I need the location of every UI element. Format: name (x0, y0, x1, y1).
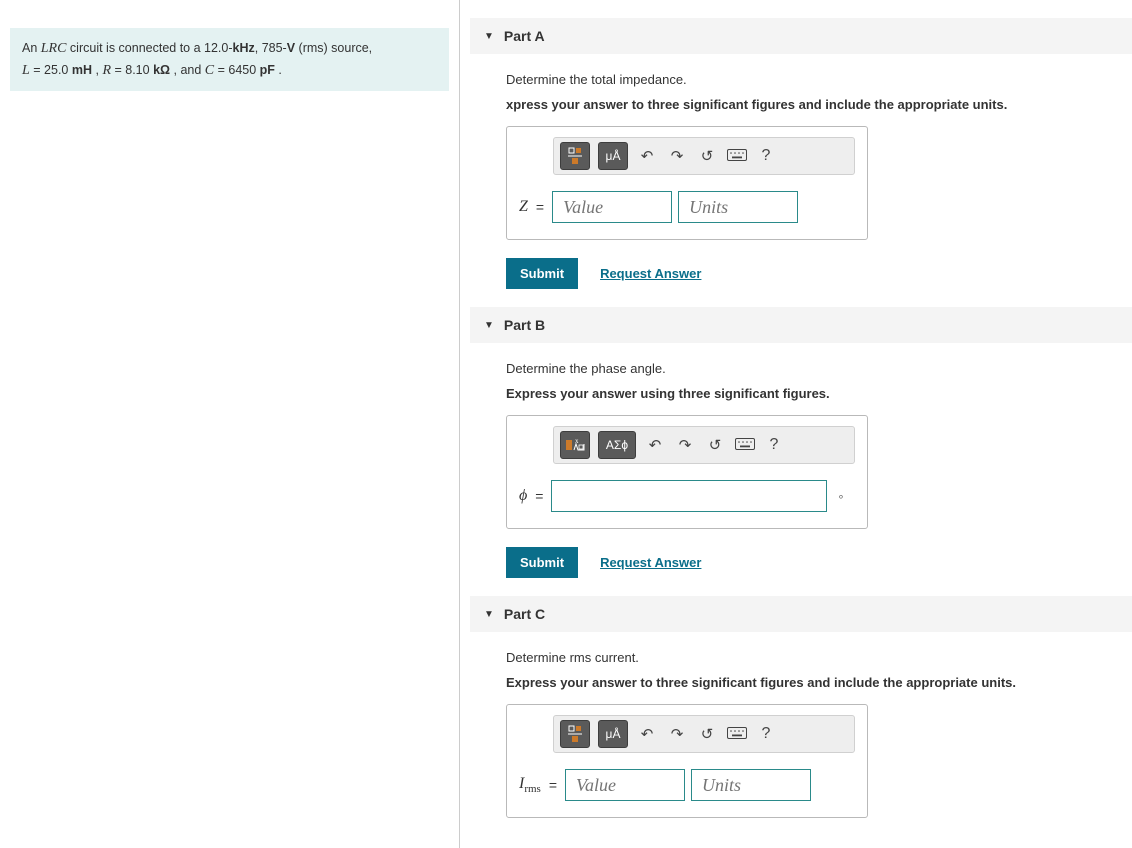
part-c-symbol: Irms (519, 775, 541, 795)
submit-button[interactable]: Submit (506, 547, 578, 578)
request-answer-link[interactable]: Request Answer (600, 555, 701, 570)
part-b: ▼ Part B Determine the phase angle. Expr… (460, 307, 1132, 578)
part-a-units-input[interactable] (678, 191, 798, 223)
part-a-instructions: xpress your answer to three significant … (506, 97, 1132, 112)
part-a: ▼ Part A Determine the total impedance. … (460, 18, 1132, 289)
redo-icon[interactable]: ↷ (666, 725, 688, 743)
part-a-value-input[interactable] (552, 191, 672, 223)
var-c: C (205, 63, 214, 78)
caret-down-icon: ▼ (484, 609, 494, 620)
request-answer-link[interactable]: Request Answer (600, 266, 701, 281)
part-a-symbol: Z (519, 198, 528, 216)
help-icon[interactable]: ? (764, 436, 784, 454)
part-c-header[interactable]: ▼ Part C (470, 596, 1132, 632)
units-button[interactable]: μÅ (598, 142, 628, 170)
equals: = (549, 777, 557, 793)
fraction-template-button[interactable] (560, 720, 590, 748)
part-c-answer-box: μÅ ↶ ↷ ↺ ? Irms = (506, 704, 868, 818)
template-button[interactable]: x (560, 431, 590, 459)
problem-statement-panel: An LRC circuit is connected to a 12.0-kH… (0, 0, 460, 848)
text: = 8.10 (111, 63, 153, 77)
unit-kohm: kΩ (153, 63, 170, 77)
part-b-prompt: Determine the phase angle. (506, 361, 1132, 376)
parts-panel: ▼ Part A Determine the total impedance. … (460, 0, 1132, 848)
part-b-title: Part B (504, 317, 545, 333)
fraction-template-button[interactable] (560, 142, 590, 170)
caret-down-icon: ▼ (484, 31, 494, 42)
text: circuit is connected to a 12.0- (66, 41, 232, 55)
var-l: L (22, 63, 30, 78)
degree-suffix: ∘ (837, 490, 844, 503)
part-b-answer-box: x ΑΣϕ ↶ ↷ ↺ ? ϕ = (506, 415, 868, 529)
undo-icon[interactable]: ↶ (636, 147, 658, 165)
equals: = (536, 199, 544, 215)
part-b-header[interactable]: ▼ Part B (470, 307, 1132, 343)
unit-pf: pF (260, 63, 275, 77)
greek-button[interactable]: ΑΣϕ (598, 431, 636, 459)
reset-icon[interactable]: ↺ (696, 147, 718, 165)
unit-mh: mH (72, 63, 92, 77)
part-c-input-row: Irms = (519, 769, 855, 801)
part-c-instructions: Express your answer to three significant… (506, 675, 1132, 690)
text: An (22, 41, 41, 55)
unit-khz: kHz (233, 41, 255, 55)
part-b-value-input[interactable] (551, 480, 827, 512)
undo-icon[interactable]: ↶ (636, 725, 658, 743)
reset-icon[interactable]: ↺ (696, 725, 718, 743)
var-lrc: LRC (41, 41, 67, 56)
equals: = (535, 488, 543, 504)
text: , (92, 63, 102, 77)
part-a-answer-box: μÅ ↶ ↷ ↺ ? Z = (506, 126, 868, 240)
part-c-toolbar: μÅ ↶ ↷ ↺ ? (553, 715, 855, 753)
help-icon[interactable]: ? (756, 725, 776, 743)
keyboard-icon[interactable] (726, 149, 748, 164)
part-c-units-input[interactable] (691, 769, 811, 801)
text: = 25.0 (30, 63, 72, 77)
help-icon[interactable]: ? (756, 147, 776, 165)
caret-down-icon: ▼ (484, 320, 494, 331)
var-r: R (102, 63, 111, 78)
problem-statement: An LRC circuit is connected to a 12.0-kH… (10, 28, 449, 91)
keyboard-icon[interactable] (734, 438, 756, 453)
part-b-symbol: ϕ (519, 487, 527, 505)
part-b-input-row: ϕ = ∘ (519, 480, 855, 512)
part-a-title: Part A (504, 28, 545, 44)
units-button[interactable]: μÅ (598, 720, 628, 748)
text: , 785- (255, 41, 287, 55)
reset-icon[interactable]: ↺ (704, 436, 726, 454)
text: = 6450 (214, 63, 260, 77)
part-c-prompt: Determine rms current. (506, 650, 1132, 665)
unit-v: V (287, 41, 295, 55)
part-a-toolbar: μÅ ↶ ↷ ↺ ? (553, 137, 855, 175)
text: . (275, 63, 282, 77)
keyboard-icon[interactable] (726, 727, 748, 742)
part-a-prompt: Determine the total impedance. (506, 72, 1132, 87)
undo-icon[interactable]: ↶ (644, 436, 666, 454)
redo-icon[interactable]: ↷ (674, 436, 696, 454)
part-c-title: Part C (504, 606, 545, 622)
part-b-toolbar: x ΑΣϕ ↶ ↷ ↺ ? (553, 426, 855, 464)
part-a-input-row: Z = (519, 191, 855, 223)
text: , and (170, 63, 205, 77)
part-a-header[interactable]: ▼ Part A (470, 18, 1132, 54)
text: (rms) source, (295, 41, 372, 55)
part-b-instructions: Express your answer using three signific… (506, 386, 1132, 401)
part-c-value-input[interactable] (565, 769, 685, 801)
part-c: ▼ Part C Determine rms current. Express … (460, 596, 1132, 818)
submit-button[interactable]: Submit (506, 258, 578, 289)
redo-icon[interactable]: ↷ (666, 147, 688, 165)
